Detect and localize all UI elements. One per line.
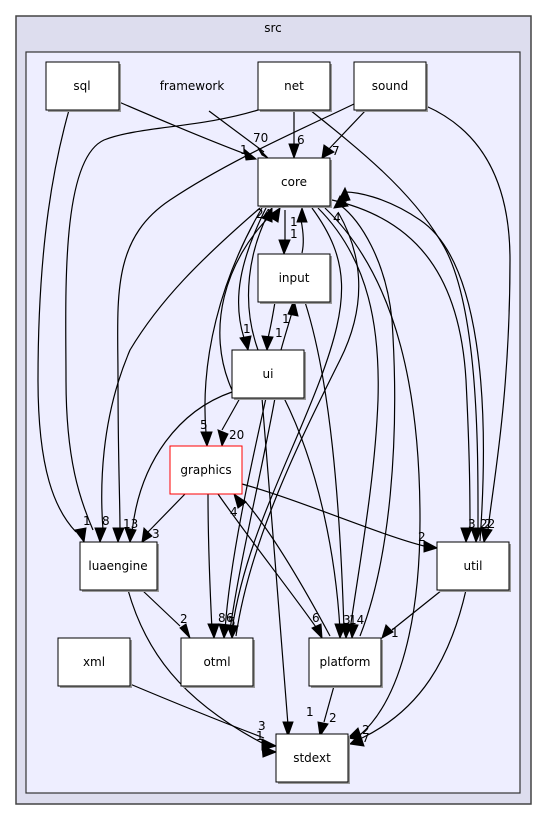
- cluster-src-label: src: [264, 21, 282, 35]
- edge-label-xml-stdext: 3: [258, 719, 266, 733]
- edge-label-sql-luaengine: 1: [83, 514, 91, 528]
- node-net[interactable]: net: [257, 61, 332, 112]
- node-util-label: util: [464, 559, 483, 573]
- edge-label-platform-core: 4: [333, 211, 341, 225]
- node-ui-label: ui: [263, 367, 274, 381]
- node-input[interactable]: input: [257, 253, 332, 304]
- edge-label-ui-input: 1: [282, 312, 290, 326]
- edge-label-sound-luaengine: 13: [123, 517, 138, 531]
- node-platform-label: platform: [320, 655, 371, 669]
- edge-label-sound-core: 7: [332, 144, 340, 158]
- edge-label-util-core: 5: [340, 193, 348, 207]
- node-core[interactable]: core: [257, 157, 332, 208]
- node-sound-label: sound: [372, 79, 408, 93]
- node-sound[interactable]: sound: [353, 61, 428, 112]
- node-xml[interactable]: xml: [57, 637, 132, 688]
- node-input-label: input: [279, 271, 310, 285]
- node-stdext[interactable]: stdext: [275, 733, 350, 784]
- edge-label-util-stdext: 7: [362, 731, 370, 745]
- dependency-graph: src framework 70 1 1 6 8 7 13 2 1 1 5 3 …: [15, 15, 532, 805]
- edge-label-graphics-platform: 6: [312, 611, 320, 625]
- node-stdext-label: stdext: [293, 751, 331, 765]
- edge-label-sql-core: 1: [240, 143, 248, 157]
- node-otml-label: otml: [203, 655, 230, 669]
- node-xml-label: xml: [83, 655, 105, 669]
- edge-label-graphics-luaengine: 3: [152, 527, 160, 541]
- cluster-framework-label: framework: [160, 79, 225, 93]
- edge-label-ui-graphics: 20: [229, 428, 244, 442]
- edge-label-platform-stdext: 2: [329, 711, 337, 725]
- edge-label-framework-core: 70: [253, 131, 268, 145]
- edge-label-net-luaengine: 8: [102, 514, 110, 528]
- node-ui[interactable]: ui: [231, 349, 306, 400]
- edge-label-core-ui: 1: [243, 322, 251, 336]
- node-graphics-label: graphics: [180, 463, 231, 477]
- edge-label-ui-core: 24: [256, 207, 271, 221]
- edge-label-graphics-util: 2: [418, 530, 426, 544]
- edge-label-util-in: 22: [480, 517, 495, 531]
- node-sql-label: sql: [73, 79, 90, 93]
- edge-label-core-util: 3: [468, 517, 476, 531]
- edge-label-otml-in: 6: [226, 611, 234, 625]
- edge-label-core-graphics: 5: [200, 418, 208, 432]
- node-core-label: core: [281, 175, 307, 189]
- node-net-label: net: [284, 79, 304, 93]
- edge-label-input-core: 1: [290, 227, 298, 241]
- node-otml[interactable]: otml: [180, 637, 255, 688]
- node-graphics[interactable]: graphics: [169, 445, 243, 495]
- edge-label-platform-graphics: 4: [230, 505, 238, 519]
- edge-label-luaengine-otml: 2: [180, 612, 188, 626]
- edge-label-net-core: 6: [297, 133, 305, 147]
- edge-label-input-ui: 1: [275, 326, 283, 340]
- edge-label-util-platform: 1: [391, 626, 399, 640]
- node-platform[interactable]: platform: [308, 637, 383, 688]
- edge-label-platform-in: 14: [349, 613, 364, 627]
- node-luaengine-label: luaengine: [88, 559, 147, 573]
- node-util[interactable]: util: [436, 541, 511, 592]
- node-luaengine[interactable]: luaengine: [79, 541, 159, 592]
- edge-label-graphics-otml: 8: [218, 611, 226, 625]
- edge-label-ui-stdext: 1: [306, 705, 314, 719]
- node-sql[interactable]: sql: [45, 61, 121, 112]
